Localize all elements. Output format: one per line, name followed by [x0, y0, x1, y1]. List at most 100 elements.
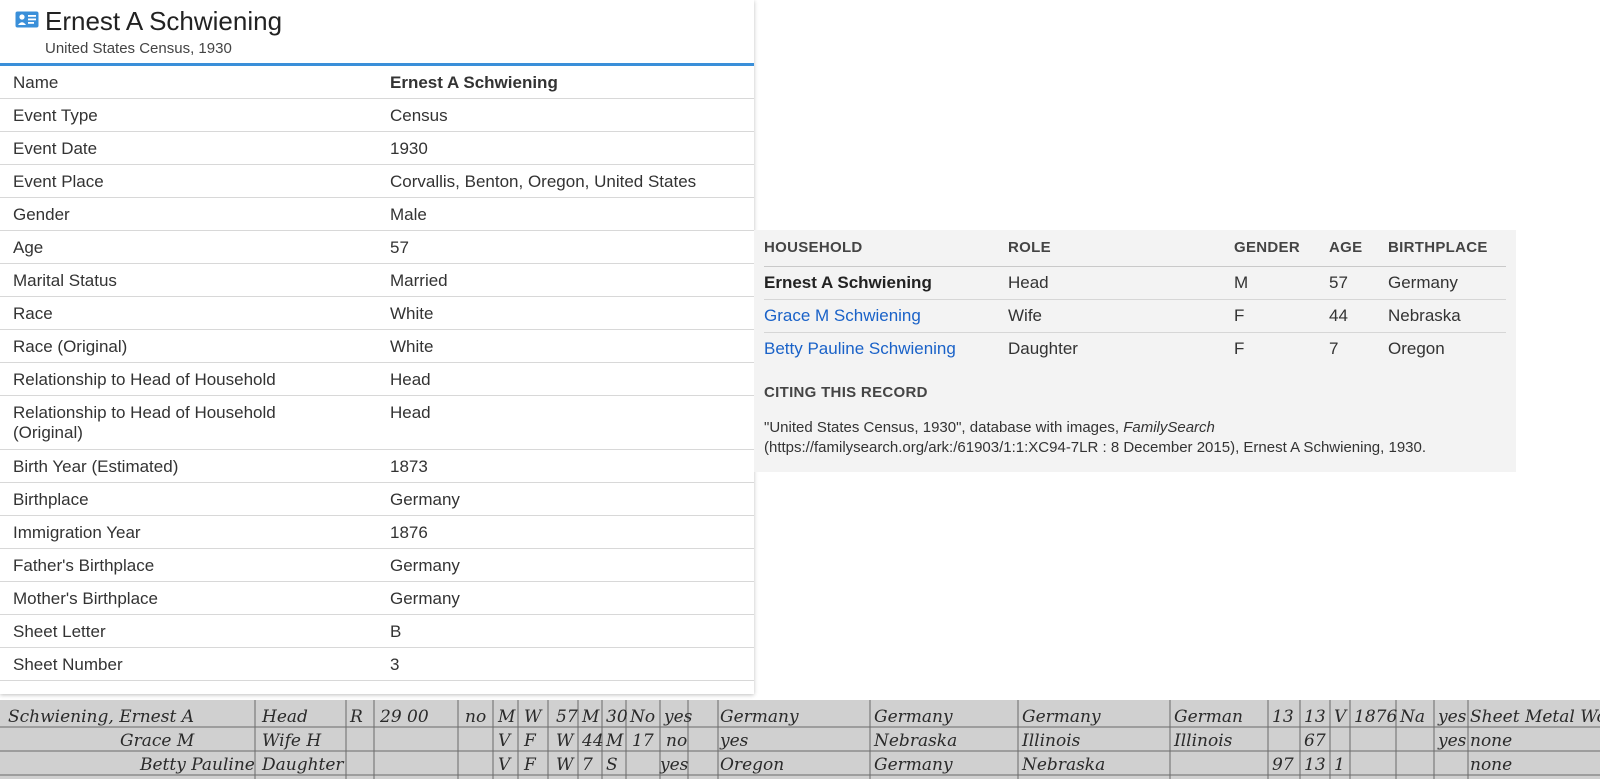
field-value: White	[390, 304, 434, 323]
household-member-birthplace: Oregon	[1388, 338, 1445, 358]
record-field-row: Sheet Letter B	[0, 615, 754, 648]
record-collection: United States Census, 1930	[45, 40, 232, 57]
field-label: Sheet Number	[13, 655, 123, 674]
record-field-row: Race (Original) White	[0, 330, 754, 363]
census-handwritten-entry: 13	[1304, 707, 1326, 727]
field-value: Head	[390, 403, 431, 422]
census-handwritten-entry: yes	[1437, 707, 1467, 727]
record-fields: Name Ernest A Schwiening Event Type Census E…	[0, 66, 754, 681]
census-handwritten-entry: Daughter	[261, 755, 344, 775]
census-handwritten-entry: 30	[606, 707, 628, 727]
household-member-birthplace: Nebraska	[1388, 299, 1506, 333]
census-handwritten-entry: Germany	[720, 707, 799, 727]
household-column-header: HOUSEHOLD	[764, 239, 863, 257]
census-handwritten-entry: none	[1470, 755, 1512, 775]
census-handwritten-entry: 29 00	[379, 707, 429, 727]
census-handwritten-entry: V	[1334, 707, 1348, 727]
household-column-header: AGE	[1329, 239, 1363, 257]
household-column-header: BIRTHPLACE	[1388, 239, 1488, 257]
census-handwritten-entry: 57	[556, 707, 578, 727]
census-handwritten-entry: Illinois	[1021, 731, 1081, 751]
field-value: White	[390, 337, 434, 356]
census-handwritten-entry: Germany	[874, 707, 953, 727]
census-handwriting: Schwiening, Ernest A Head R 29 00 no M W 57 M 30 N…	[0, 700, 1600, 779]
field-value: Germany	[390, 556, 460, 575]
household-member-link[interactable]: Grace M Schwiening	[764, 299, 1008, 333]
census-handwritten-entry: Head	[261, 707, 308, 727]
field-value: Male	[390, 205, 427, 224]
citation-heading: CITING THIS RECORD	[764, 384, 928, 401]
household-column-header: ROLE	[1008, 239, 1051, 257]
record-field-row: Immigration Year 1876	[0, 516, 754, 549]
census-handwritten-entry: yes	[659, 755, 689, 775]
field-label: Race	[13, 304, 53, 323]
household-header-row: HOUSEHOLD ROLE GENDER AGE BIRTHPLACE	[764, 230, 1506, 266]
household-member-gender: F	[1234, 299, 1329, 333]
record-field-row: Event Type Census	[0, 99, 754, 132]
census-handwritten-entry: Betty Pauline	[139, 755, 255, 775]
field-label: Gender	[13, 205, 70, 224]
field-value: Married	[390, 271, 448, 290]
field-label: Event Place	[13, 172, 104, 191]
household-member-row: Grace M Schwiening Wife F 44 Nebraska	[764, 299, 1506, 333]
census-handwritten-entry: M	[605, 731, 624, 751]
household-member-birthplace: Germany	[1388, 266, 1506, 300]
field-label: Father's Birthplace	[13, 556, 155, 575]
household-member-role: Daughter	[1008, 338, 1078, 358]
field-label: Event Date	[13, 139, 98, 158]
census-handwritten-entry: Germany	[1022, 707, 1101, 727]
household-member-row: Betty Pauline Schwiening Daughter F 7 Oregon	[764, 332, 1506, 365]
census-handwritten-entry: German	[1174, 707, 1243, 727]
field-label: Name	[13, 73, 59, 92]
census-handwritten-entry: No	[629, 707, 655, 727]
record-field-row: Birth Year (Estimated) 1873	[0, 450, 754, 483]
field-label: Mother's Birthplace	[13, 589, 158, 608]
field-value: Germany	[390, 589, 460, 608]
census-handwritten-entry: 13	[1304, 755, 1326, 775]
record-field-row: Sheet Number 3	[0, 648, 754, 681]
record-field-row: Race White	[0, 297, 754, 330]
household-member-name: Ernest A Schwiening	[764, 266, 1008, 300]
field-label: Birth Year (Estimated)	[13, 457, 179, 476]
person-card-icon	[15, 11, 39, 28]
census-handwritten-entry: S	[606, 755, 618, 775]
field-value: Corvallis, Benton, Oregon, United States	[390, 172, 697, 191]
household-member-row: Ernest A Schwiening Head M 57 Germany	[764, 266, 1506, 300]
household-member-gender: M	[1234, 266, 1329, 300]
field-label: Birthplace	[13, 490, 89, 509]
field-value: Census	[390, 106, 448, 125]
citation-prefix: "United States Census, 1930", database w…	[764, 419, 1124, 436]
record-field-row: Relationship to Head of Household Head	[0, 363, 754, 396]
census-handwritten-entry: Germany	[874, 755, 953, 775]
field-label: Relationship to Head of Household (Origi…	[13, 403, 276, 442]
field-value: B	[390, 622, 402, 641]
field-value: 1873	[390, 457, 428, 476]
record-field-row: Father's Birthplace Germany	[0, 549, 754, 582]
census-handwritten-entry: W	[556, 731, 575, 751]
field-label: Race (Original)	[13, 337, 128, 356]
census-handwritten-entry: M	[581, 707, 600, 727]
field-label: Relationship to Head of Household	[13, 370, 276, 389]
census-handwritten-entry: Sheet Metal Worker	[1470, 707, 1600, 727]
census-handwritten-entry: 1876	[1354, 707, 1397, 727]
household-member-age: 57	[1329, 266, 1388, 300]
household-member-role: Wife	[1008, 299, 1234, 333]
census-handwritten-entry: W	[556, 755, 575, 775]
census-handwritten-entry: no	[666, 731, 687, 751]
household-member-link[interactable]: Betty Pauline Schwiening	[764, 332, 1008, 365]
record-field-row: Age 57	[0, 231, 754, 264]
census-handwritten-entry: Nebraska	[873, 731, 957, 751]
record-field-row: Event Date 1930	[0, 132, 754, 165]
household-column-header: GENDER	[1234, 239, 1300, 257]
census-handwritten-entry: yes	[1437, 731, 1467, 751]
census-handwritten-entry: Na	[1399, 707, 1425, 727]
field-value: Ernest A Schwiening	[390, 73, 558, 92]
census-handwritten-entry: 97	[1272, 755, 1294, 775]
field-label: Marital Status	[13, 271, 117, 290]
census-handwritten-entry: 13	[1272, 707, 1294, 727]
field-value: 1930	[390, 139, 428, 158]
census-handwritten-entry: F	[523, 755, 537, 775]
field-value: 3	[390, 655, 400, 674]
household-member-age: 7	[1329, 338, 1339, 358]
census-handwritten-entry: 17	[632, 731, 654, 751]
